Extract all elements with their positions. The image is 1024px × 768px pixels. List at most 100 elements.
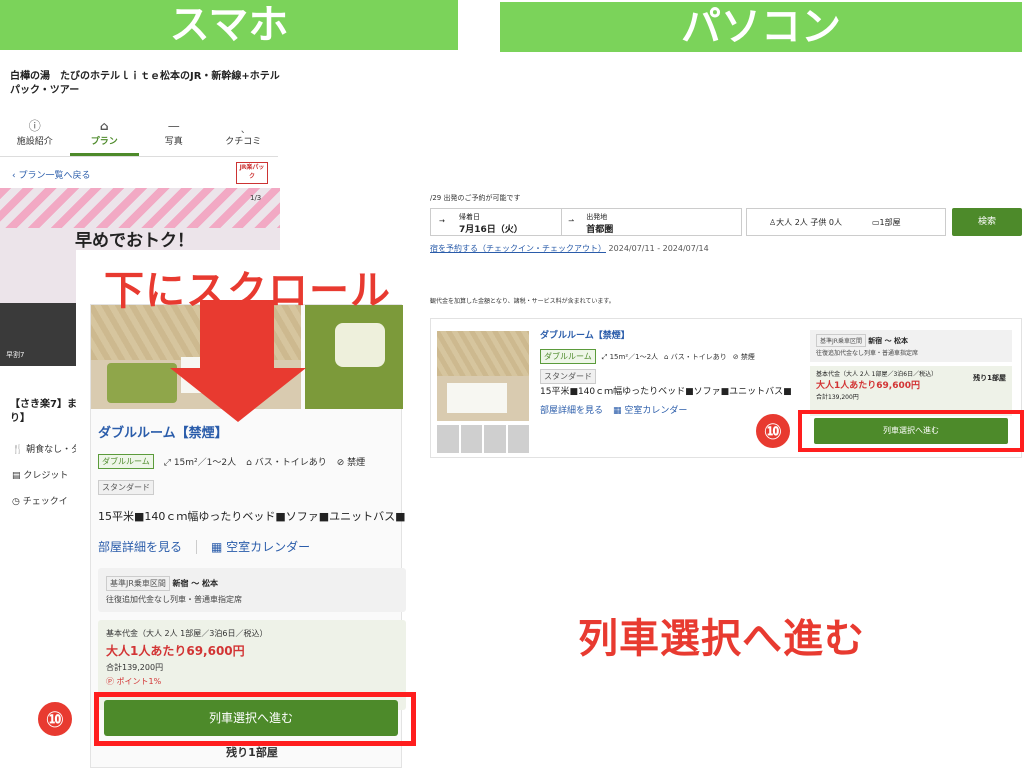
desktop-room-photo[interactable] xyxy=(437,331,529,421)
guest-room-selector[interactable]: ♙ 大人 2人 子供 0人 ▭ 1部屋 xyxy=(746,208,946,236)
feature-meal: 🍴 朝食なし・夕 xyxy=(12,442,80,455)
return-date-field[interactable]: → 帰着日 7月16日（火） xyxy=(431,209,563,235)
room-tags: ダブルルーム ⤢ 15m²／1〜2人 ⌂ バス・トイレあり ⊘ 禁煙 xyxy=(98,454,365,469)
calendar-link-text: 空室カレンダー xyxy=(624,406,688,416)
stay-dates: 2024/07/11 - 2024/07/14 xyxy=(608,244,709,253)
price-label: 基本代金（大人 2人 1部屋／3泊6日／税込） xyxy=(816,371,938,378)
thumbnail[interactable] xyxy=(507,425,529,453)
price-note: 観代金を加算した金額となり、諸税・サービス料が含まれています。 xyxy=(430,298,615,305)
back-to-plans-link[interactable]: ‹ プラン一覧へ戻る xyxy=(12,168,90,181)
tab-reviews[interactable]: ˎ クチコミ xyxy=(209,115,279,156)
photo-wall xyxy=(437,331,529,376)
thumbnail[interactable] xyxy=(460,425,482,453)
info-icon: ⓘ xyxy=(28,119,41,133)
points-icon: Ⓟ xyxy=(106,677,117,686)
desktop-thumbnails xyxy=(437,425,529,453)
room-size: ⤢ 15m²／1〜2人 xyxy=(164,455,236,468)
card-icon: ▤ xyxy=(12,471,24,481)
select-train-button-desktop[interactable]: 列車選択へ進む xyxy=(814,418,1008,444)
no-smoking-icon: ⊘ xyxy=(732,352,741,361)
search-button[interactable]: 検索 xyxy=(952,208,1022,236)
route-stations: 新宿 〜 松本 xyxy=(172,579,219,588)
thumbnail[interactable] xyxy=(437,425,459,453)
room-smoking: ⊘ 禁煙 xyxy=(337,455,365,468)
points-text: ポイント1% xyxy=(116,677,162,686)
points-info: Ⓟ ポイント1% xyxy=(106,676,161,687)
room-bath: ⌂ バス・トイレあり xyxy=(246,455,327,468)
room-bath: ⌂ バス・トイレあり xyxy=(664,352,727,362)
depart-value: 首都圏 xyxy=(586,225,614,235)
date-label: 帰着日 xyxy=(459,213,480,221)
smoking-text: 禁煙 xyxy=(347,458,366,468)
tab-plan[interactable]: ⌂ プラン xyxy=(69,115,139,156)
jr-route-box: 基準JR乗車区間 新宿 〜 松本 往復追加代金なし列車・普通車指定席 xyxy=(98,568,406,612)
calendar-link-text: 空室カレンダー xyxy=(226,540,311,554)
thumbnail[interactable] xyxy=(484,425,506,453)
tab-label: クチコミ xyxy=(225,137,262,147)
calendar-link[interactable]: ▦ 空室カレンダー xyxy=(613,403,687,416)
tab-label: 写真 xyxy=(164,137,183,147)
select-train-button-mobile[interactable]: 列車選択へ進む xyxy=(104,700,398,736)
desktop-room-tags: ダブルルーム ⤢ 15m²／1〜2人 ⌂ バス・トイレあり ⊘ 禁煙 xyxy=(540,349,755,364)
feature-text: チェックイ xyxy=(22,497,68,507)
calendar-icon: ▦ xyxy=(613,406,625,416)
bath-text: バス・トイレあり xyxy=(670,352,727,361)
feature-checkin: ◷ チェックイ xyxy=(12,494,68,507)
tab-label: 施設紹介 xyxy=(16,137,53,147)
room-title[interactable]: ダブルルーム【禁煙】 xyxy=(98,422,228,441)
route-line: 基準JR乗車区間 新宿 〜 松本 xyxy=(106,576,218,591)
route-line: 基準JR乗車区間 新宿 〜 松本 xyxy=(816,334,908,347)
step-number-desktop: ⑩ xyxy=(754,412,792,450)
scroll-hint: 下にスクロール xyxy=(104,268,391,314)
photo-bed xyxy=(447,383,507,413)
room-type-tag: ダブルルーム xyxy=(98,454,154,469)
back-link-label: プラン一覧へ戻る xyxy=(18,171,91,181)
photo-caption: 早割7 xyxy=(6,351,25,359)
calendar-link[interactable]: ▦ 空室カレンダー xyxy=(211,538,310,555)
meal-icon: 🍴 xyxy=(12,445,27,455)
room-grade-tag: スタンダード xyxy=(540,369,596,384)
guests-text: 大人 2人 子供 0人 xyxy=(776,217,842,227)
calendar-icon: ▦ xyxy=(211,540,227,554)
route-stations: 新宿 〜 松本 xyxy=(868,337,909,345)
price-label: 基本代金（大人 2人 1部屋／3泊6日／税込） xyxy=(106,629,268,638)
arrow-right-icon: → xyxy=(439,217,445,225)
route-label: 基準JR乗車区間 xyxy=(106,576,170,591)
date-value: 7月16日（火） xyxy=(459,225,523,235)
feature-text: 朝食なし・夕 xyxy=(26,445,81,455)
tab-facility[interactable]: ⓘ 施設紹介 xyxy=(0,115,70,156)
step-number-mobile: ⑩ xyxy=(36,700,74,738)
bath-icon: ⌂ xyxy=(664,352,671,361)
room-size: ⤢ 15m²／1〜2人 xyxy=(602,352,658,362)
bath-text: バス・トイレあり xyxy=(254,458,327,468)
room-description: 15平米■140ｃｍ幅ゆったりベッド■ソファ■ユニットバス■ xyxy=(98,510,406,523)
scroll-arrow-head xyxy=(170,368,306,422)
photo-counter: 1/3 xyxy=(250,194,262,202)
feature-text: クレジット xyxy=(23,471,69,481)
rooms-remaining-desktop: 残り1部屋 xyxy=(973,374,1006,382)
route-label: 基準JR乗車区間 xyxy=(816,334,866,347)
departure-field[interactable]: ⇀ 出発地 首都圏 xyxy=(562,209,741,235)
hotel-booking-link[interactable]: 宿を予約する（チェックイン・チェックアウト） xyxy=(430,244,606,253)
desktop-room-title[interactable]: ダブルルーム【禁煙】 xyxy=(540,328,630,341)
mobile-tab-bar: ⓘ 施設紹介 ⌂ プラン — 写真 ˎ クチコミ xyxy=(0,115,278,157)
rooms-remaining-mobile: 残り1部屋 xyxy=(226,746,278,759)
room-details-link[interactable]: 部屋詳細を見る xyxy=(98,538,182,555)
room-links: 部屋詳細を見る ▦ 空室カレンダー xyxy=(98,538,310,555)
tab-photos[interactable]: — 写真 xyxy=(139,115,209,156)
clock-icon: ◷ xyxy=(12,497,23,507)
room-photo-second[interactable] xyxy=(305,305,403,409)
pc-banner: パソコン xyxy=(500,2,1022,52)
jr-rakupack-logo: JR楽パック xyxy=(236,162,268,184)
room-grade-tag: スタンダード xyxy=(98,480,154,495)
size-icon: ⤢ xyxy=(163,458,174,468)
hotel-name: 白樺の湯 たびのホテルｌｉｔｅ松本のJR・新幹線+ホテル パック・ツアー xyxy=(10,71,280,96)
no-smoking-icon: ⊘ xyxy=(336,458,348,468)
select-train-caption: 列車選択へ進む xyxy=(578,616,865,662)
desktop-room-description: 15平米■140ｃｍ幅ゆったりベッド■ソファ■ユニットバス■ xyxy=(540,387,792,397)
desktop-route-box: 基準JR乗車区間 新宿 〜 松本 往復追加代金なし列車・普通車指定席 xyxy=(810,330,1012,362)
mobile-banner: スマホ xyxy=(0,0,458,50)
room-details-link[interactable]: 部屋詳細を見る xyxy=(540,403,603,416)
photo-icon: — xyxy=(167,119,180,133)
train-icon: ⇀ xyxy=(568,217,575,225)
